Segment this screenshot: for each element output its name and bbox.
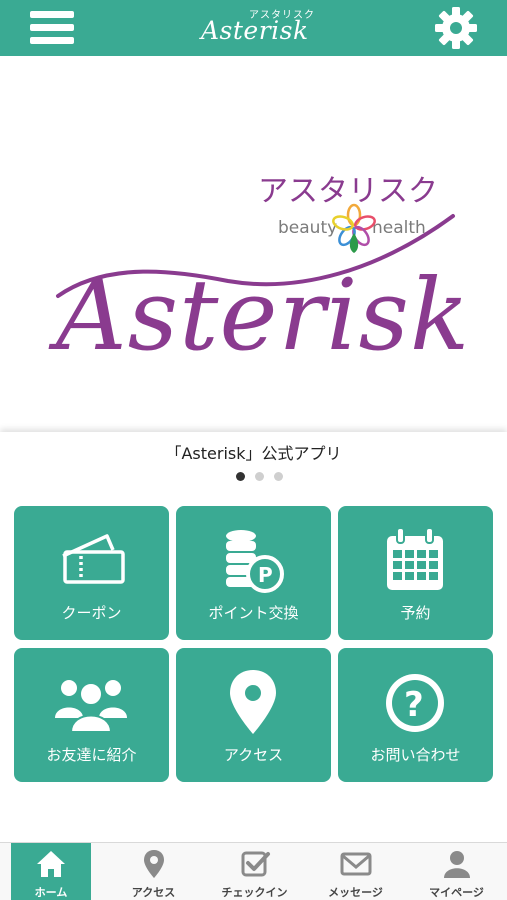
access-label: アクセス: [223, 746, 284, 764]
carousel-dots: [236, 472, 286, 482]
calendar-icon: [387, 527, 443, 590]
mail-icon: [340, 852, 372, 876]
user-icon: [444, 851, 470, 878]
nav-checkin[interactable]: チェックイン: [204, 843, 305, 900]
location-pin-icon: [144, 850, 164, 878]
users-icon: [55, 680, 127, 733]
nav-checkin-label: チェックイン: [221, 886, 288, 899]
svg-text:?: ?: [404, 685, 424, 725]
header-logo: アスタリスク Asterisk: [195, 2, 315, 54]
carousel-dot[interactable]: [236, 472, 245, 481]
nav-access[interactable]: アクセス: [103, 843, 204, 900]
hamburger-bar: [30, 37, 74, 44]
hero-logo-script: Asterisk: [48, 259, 468, 371]
reservation-label: 予約: [400, 604, 431, 622]
nav-home-label: ホーム: [34, 886, 68, 899]
hamburger-bar: [30, 24, 74, 31]
hero-logo-beauty: beauty: [278, 218, 337, 238]
refer-friend-tile[interactable]: お友達に紹介: [14, 648, 169, 782]
hamburger-icon[interactable]: [30, 9, 74, 47]
nav-access-label: アクセス: [131, 886, 176, 899]
nav-message[interactable]: メッセージ: [305, 843, 406, 900]
app-header: アスタリスク Asterisk: [0, 0, 507, 56]
hero-logo-kana: アスタリスク: [258, 174, 438, 209]
point-exchange-tile[interactable]: P ポイント交換: [176, 506, 331, 640]
refer-friend-label: お友達に紹介: [46, 746, 137, 764]
carousel-dot[interactable]: [274, 472, 283, 481]
checkin-icon: [241, 851, 270, 877]
bottom-nav: ホーム アクセス チェックイン メッセージ マイページ: [0, 842, 507, 900]
header-logo-script: Asterisk: [201, 16, 309, 45]
carousel-dot[interactable]: [255, 472, 264, 481]
asterisk-logo: アスタリスク beauty health Asterisk: [48, 174, 468, 371]
hero-banner: アスタリスク beauty health Asterisk: [0, 56, 507, 434]
point-exchange-label: ポイント交換: [208, 604, 299, 622]
reservation-tile[interactable]: 予約: [338, 506, 493, 640]
app-subtitle: 「Asterisk」公式アプリ: [165, 444, 342, 463]
nav-mypage-label: マイページ: [429, 886, 484, 899]
contact-label: お問い合わせ: [370, 746, 461, 764]
svg-text:P: P: [258, 563, 273, 587]
nav-message-label: メッセージ: [328, 886, 383, 899]
nav-home[interactable]: ホーム: [11, 843, 91, 900]
flower-icon: [332, 203, 376, 253]
ticket-icon: [62, 534, 125, 584]
question-icon: ?: [386, 674, 444, 732]
hero-logo-health: health: [372, 218, 426, 238]
access-tile[interactable]: アクセス: [176, 648, 331, 782]
gear-icon[interactable]: [434, 6, 478, 50]
home-icon: [37, 851, 65, 877]
menu-section: 「Asterisk」公式アプリ クーポン P ポイント交換 予約 お友達に紹介 …: [0, 432, 507, 842]
coupon-label: クーポン: [61, 604, 122, 622]
location-pin-icon: [230, 670, 276, 734]
coupon-tile[interactable]: クーポン: [14, 506, 169, 640]
hamburger-bar: [30, 11, 74, 18]
contact-tile[interactable]: ? お問い合わせ: [338, 648, 493, 782]
coins-icon: P: [226, 530, 284, 593]
nav-mypage[interactable]: マイページ: [406, 843, 507, 900]
